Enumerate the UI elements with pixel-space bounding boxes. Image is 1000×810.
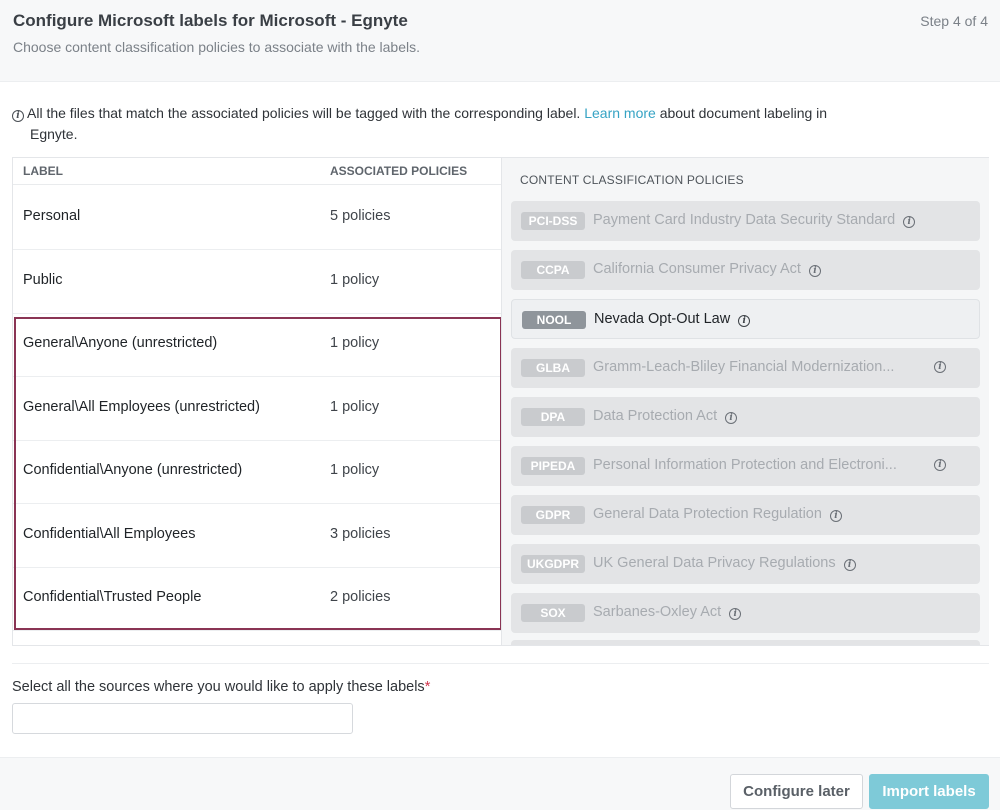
divider <box>12 663 989 664</box>
policy-name: California Consumer Privacy Act i <box>593 261 821 277</box>
labels-table: LABEL ASSOCIATED POLICIES Personal 5 poli… <box>13 158 502 645</box>
policy-code-badge: UKGDPR <box>521 555 585 573</box>
policy-name: Payment Card Industry Data Security Stan… <box>593 212 916 228</box>
policies-panel-title: CONTENT CLASSIFICATION POLICIES <box>520 173 744 187</box>
page-subtitle: Choose content classification policies t… <box>13 39 420 55</box>
row-policy-count: 1 policy <box>330 462 380 478</box>
table-row[interactable]: General\All Employees (unrestricted) 1 po… <box>13 377 501 441</box>
policy-code-badge: GLBA <box>521 359 585 377</box>
page-title: Configure Microsoft labels for Microsoft… <box>13 11 408 30</box>
info-circle-icon[interactable]: i <box>738 315 751 327</box>
label-policy-panel: LABEL ASSOCIATED POLICIES Personal 5 poli… <box>12 157 989 646</box>
table-row[interactable]: Personal 5 policies <box>13 186 501 250</box>
policy-item[interactable]: CCPA California Consumer Privacy Act i <box>511 250 980 290</box>
table-row[interactable]: Confidential\Anyone (unrestricted) 1 poli… <box>13 440 501 504</box>
info-circle-icon[interactable]: i <box>843 559 856 571</box>
row-label: Confidential\Anyone (unrestricted) <box>23 462 243 478</box>
step-indicator: Step 4 of 4 <box>920 13 988 29</box>
row-label: Confidential\Trusted People <box>23 589 202 605</box>
policy-name: Sarbanes-Oxley Act i <box>593 604 742 620</box>
info-circle-icon[interactable]: i <box>903 216 916 228</box>
policy-item[interactable]: UKGDPR UK General Data Privacy Regulation… <box>511 544 980 584</box>
import-labels-button[interactable]: Import labels <box>869 774 989 809</box>
policy-code-badge: GDPR <box>521 506 585 524</box>
policy-item-partial <box>511 640 980 645</box>
policy-name: General Data Protection Regulation i <box>593 506 842 522</box>
policy-code-badge: SOX <box>521 604 585 622</box>
policy-code-badge: CCPA <box>521 261 585 279</box>
column-header-associated-policies: ASSOCIATED POLICIES <box>330 164 468 178</box>
policy-item[interactable]: PIPEDA Personal Information Protection an… <box>511 446 980 486</box>
policy-name: Personal Information Protection and Elec… <box>593 457 897 473</box>
info-circle-icon[interactable]: i <box>729 608 742 620</box>
table-row[interactable]: General\Anyone (unrestricted) 1 policy <box>13 313 501 377</box>
policy-code-badge: PIPEDA <box>521 457 585 475</box>
page-header: Configure Microsoft labels for Microsoft… <box>0 0 1000 82</box>
row-policy-count: 3 policies <box>330 525 391 542</box>
info-text-after: about document labeling in <box>659 105 828 121</box>
policy-name: Nevada Opt-Out Law i <box>594 311 751 327</box>
labels-table-header: LABEL ASSOCIATED POLICIES <box>13 158 501 185</box>
policy-name: UK General Data Privacy Regulations i <box>593 555 856 571</box>
sources-field-label: Select all the sources where you would l… <box>12 679 431 695</box>
row-label: General\Anyone (unrestricted) <box>23 335 218 351</box>
policy-item[interactable]: NOOL Nevada Opt-Out Law i <box>511 299 980 339</box>
info-circle-icon[interactable]: i <box>934 361 946 373</box>
required-asterisk: * <box>424 679 431 695</box>
info-circle-icon[interactable]: i <box>808 265 821 277</box>
learn-more-link[interactable]: Learn more <box>584 105 656 121</box>
row-policy-count: 5 policies <box>330 208 391 224</box>
policy-code-badge: PCI-DSS <box>521 212 585 230</box>
policy-code-badge: DPA <box>521 408 585 426</box>
row-policy-count: 1 policy <box>330 398 380 415</box>
sources-input[interactable] <box>12 703 353 734</box>
content-classification-policies: CONTENT CLASSIFICATION POLICIES PCI-DSS P… <box>501 158 989 645</box>
policy-code-badge: NOOL <box>522 311 586 329</box>
row-policy-count: 2 policies <box>330 589 391 605</box>
row-policy-count: 1 policy <box>330 335 380 351</box>
policy-item[interactable]: PCI-DSS Payment Card Industry Data Securi… <box>511 201 980 241</box>
table-row[interactable]: Confidential\All Employees 3 policies <box>13 504 501 568</box>
policy-item[interactable]: SOX Sarbanes-Oxley Act i <box>511 593 980 633</box>
info-banner: i All the files that match the associated… <box>12 103 972 145</box>
policy-name: Gramm-Leach-Bliley Financial Modernizati… <box>593 359 895 375</box>
footer: Configure later Import labels <box>0 757 1000 810</box>
info-text: All the files that match the associated … <box>27 105 581 121</box>
row-policy-count: 1 policy <box>330 271 380 288</box>
info-circle-icon: i <box>12 110 24 122</box>
configure-later-button[interactable]: Configure later <box>730 774 863 809</box>
row-label: General\All Employees (unrestricted) <box>23 398 260 415</box>
policy-item[interactable]: GDPR General Data Protection Regulation i <box>511 495 980 535</box>
info-text-cont: Egnyte. <box>30 126 78 142</box>
info-circle-icon[interactable]: i <box>725 412 738 424</box>
table-row[interactable]: Public 1 policy <box>13 250 501 314</box>
row-label: Public <box>23 271 63 288</box>
policy-name: Data Protection Act i <box>593 408 738 424</box>
row-label: Confidential\All Employees <box>23 525 196 542</box>
info-circle-icon[interactable]: i <box>934 459 946 471</box>
column-header-label: LABEL <box>23 164 63 178</box>
table-row[interactable]: Confidential\Trusted People 2 policies <box>13 567 501 631</box>
info-circle-icon[interactable]: i <box>829 510 842 522</box>
policy-item[interactable]: DPA Data Protection Act i <box>511 397 980 437</box>
row-label: Personal <box>23 208 81 224</box>
policy-item[interactable]: GLBA Gramm-Leach-Bliley Financial Moderni… <box>511 348 980 388</box>
